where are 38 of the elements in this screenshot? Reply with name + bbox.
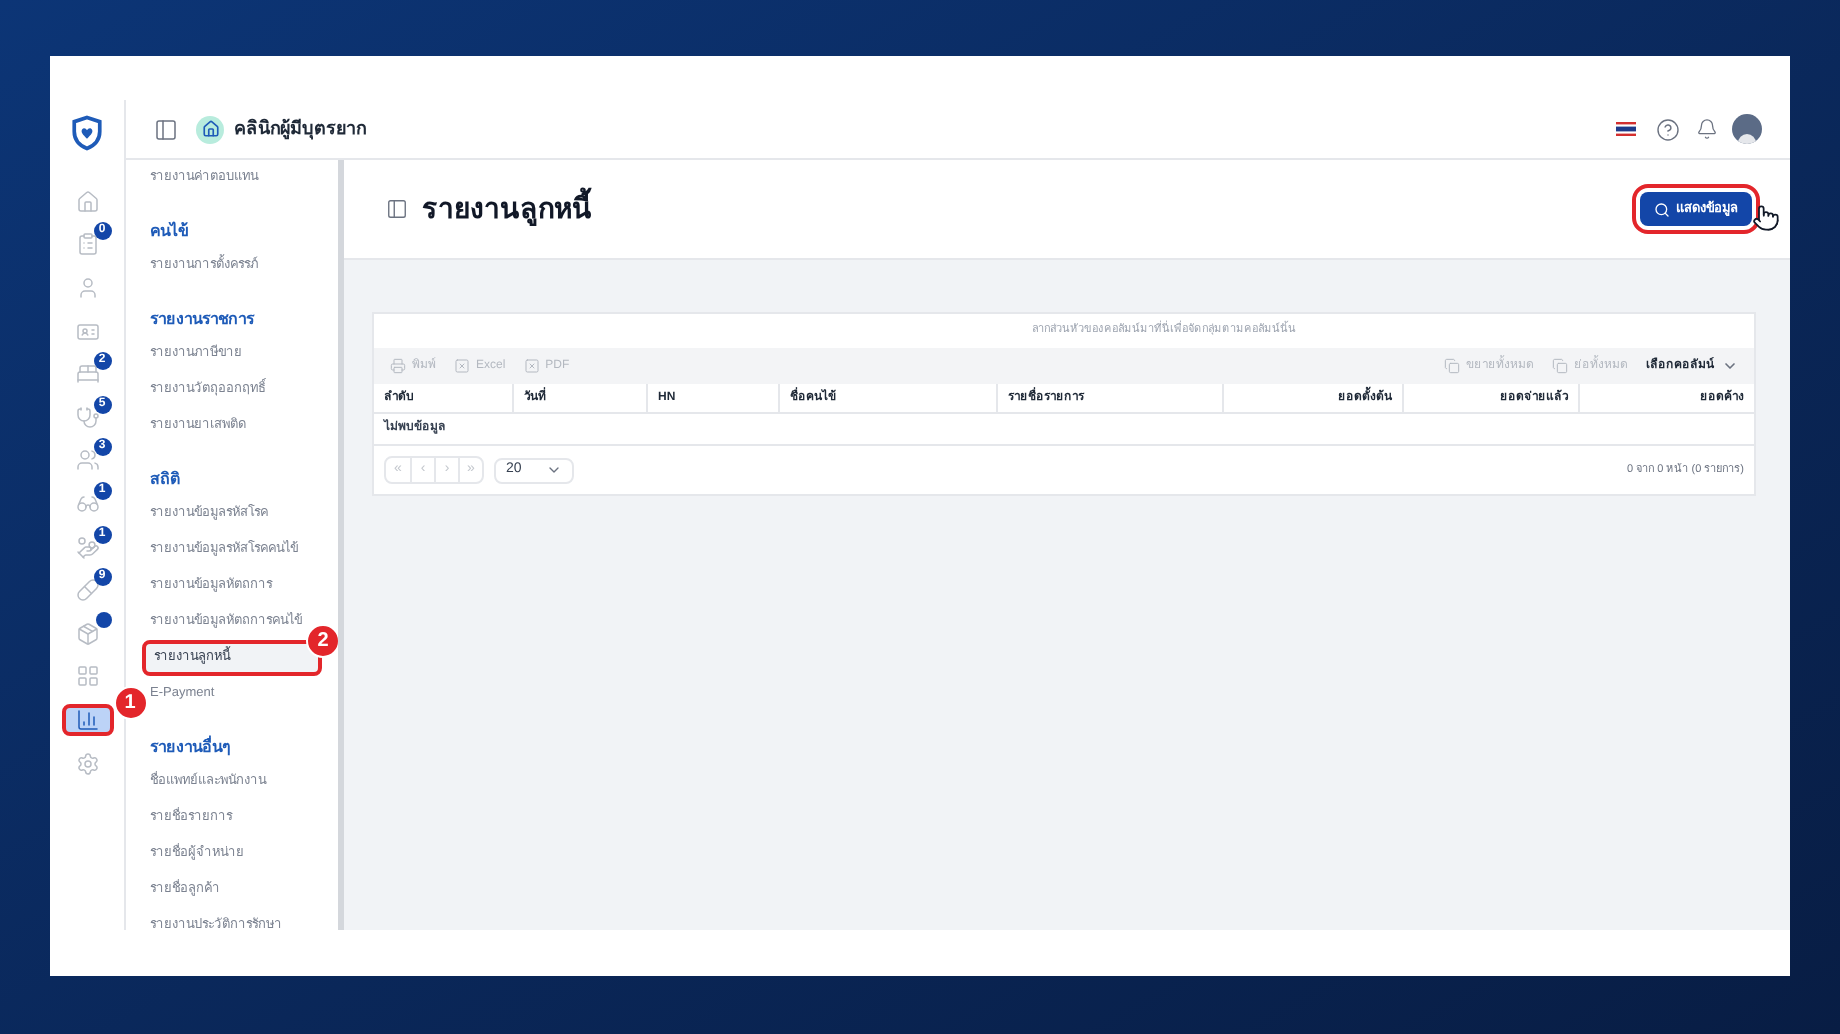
shield-logo-icon (70, 114, 104, 152)
package-icon (75, 621, 99, 646)
person-icon (75, 275, 99, 300)
thai-flag-icon[interactable] (1616, 122, 1636, 136)
caret-icon (546, 462, 562, 478)
menu-section-title: คนไข้ (150, 219, 190, 244)
avatar[interactable] (1732, 114, 1762, 144)
clipboard-icon (75, 232, 99, 257)
sidebar-toggle-icon[interactable] (154, 117, 178, 141)
menu-section-title: สถิติ (150, 468, 182, 492)
help-icon[interactable] (1656, 117, 1680, 141)
callout-number: 2 (306, 624, 338, 658)
menu-section-title: รายงานอื่นๆ (150, 733, 232, 760)
clinic-name: คลินิกผู้มีบุตรยาก (234, 115, 366, 143)
callout-number: 1 (113, 686, 147, 721)
people-icon (75, 448, 99, 473)
copy-icon (1444, 358, 1460, 374)
id-card-icon (75, 319, 99, 344)
glasses-icon (75, 491, 99, 516)
page-title: รายงานลูกหนี้ (422, 188, 592, 230)
home-icon (75, 189, 99, 214)
caret-icon (1722, 358, 1738, 374)
rail-item[interactable] (61, 703, 113, 736)
menu-section-title: รายงานราชการ (150, 308, 257, 332)
stethoscope-icon (75, 405, 99, 430)
notification-icon[interactable] (1696, 118, 1718, 140)
pill-icon (75, 578, 99, 603)
bar-chart-icon (75, 707, 99, 732)
hand-cursor-icon (1752, 204, 1780, 232)
copy-icon (1552, 358, 1568, 374)
panel-icon (386, 198, 408, 220)
hand-coins-icon (75, 535, 99, 560)
bed-icon (75, 362, 99, 387)
search-icon (1654, 201, 1670, 217)
settings-icon (75, 751, 99, 776)
printer-icon (390, 358, 406, 374)
clinic-logo-icon (196, 115, 224, 143)
grid-icon (75, 664, 99, 689)
